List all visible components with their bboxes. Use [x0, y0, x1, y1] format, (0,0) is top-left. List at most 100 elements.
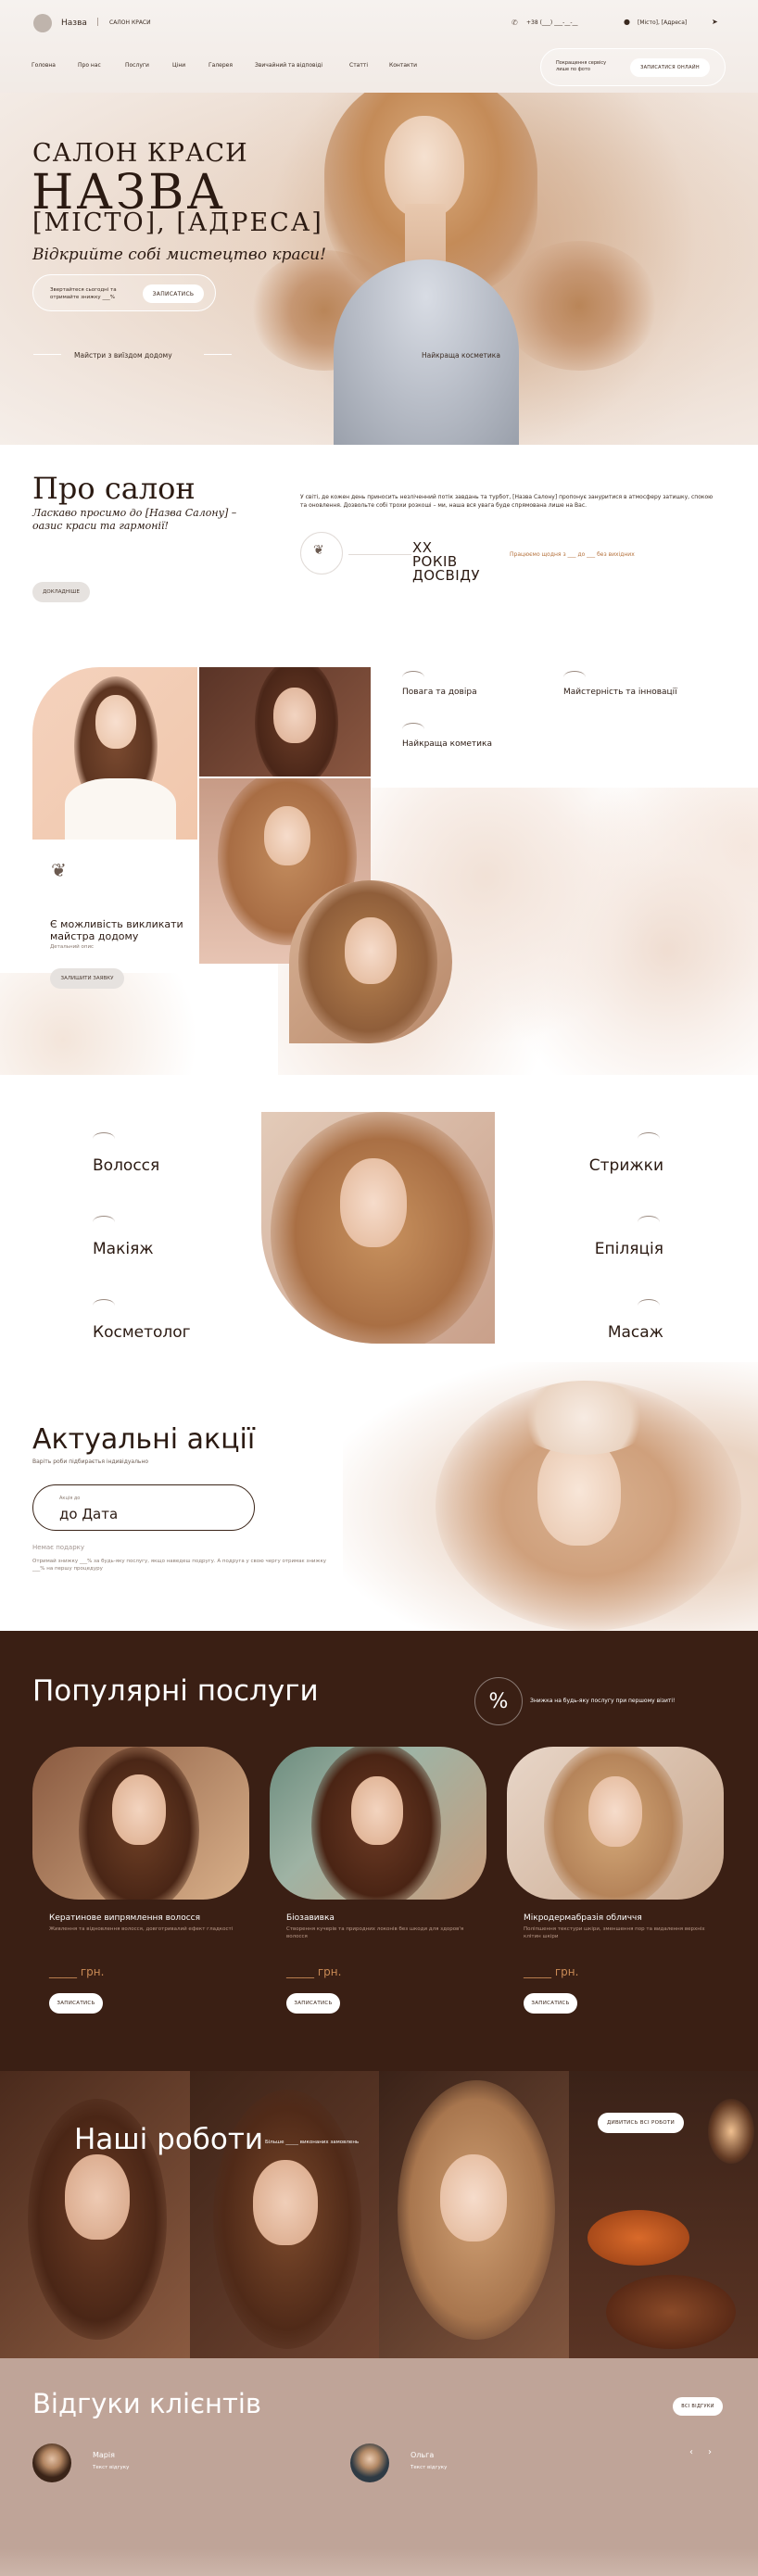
telegram-icon[interactable]: ➤ [712, 18, 718, 26]
service-card-microderm[interactable]: Мікродермабразія обличчя Поліпшення текс… [507, 1747, 724, 2025]
nav-home[interactable]: Головна [32, 62, 78, 69]
home-visit-button[interactable]: ЗАЛИШИТИ ЗАЯВКУ [50, 968, 124, 989]
feature-icon-1 [402, 671, 424, 684]
hero-flower-right [500, 241, 658, 371]
service-cosmetologist[interactable]: Косметолог [93, 1323, 191, 1342]
logo[interactable] [33, 14, 52, 32]
photo-woman-brunette [199, 667, 371, 777]
face-skin [351, 1776, 403, 1845]
brand-subtitle: САЛОН КРАСИ [109, 19, 151, 26]
promo-flowers [514, 1381, 653, 1455]
home-visit-sub: Детальний опис [50, 944, 95, 950]
main-nav: Головна Про нас Послуги Ціни Галерея Зви… [32, 62, 436, 69]
card-photo [32, 1747, 249, 1900]
works-button[interactable]: ДИВИТИСЬ ВСІ РОБОТИ [598, 2113, 684, 2133]
hero-line1: САЛОН КРАСИ [32, 139, 248, 168]
works-sub: Більше _____ виконаних замовлень [265, 2140, 360, 2145]
reviews-section: Відгуки клієнтів ВСІ ВІДГУКИ Марія Текст… [0, 2358, 758, 2576]
face-skin [588, 1776, 642, 1847]
about-title: Про салон [32, 471, 196, 506]
nav-gallery[interactable]: Галерея [208, 62, 255, 69]
phone-icon: ✆ [512, 19, 518, 27]
service-card-biowave[interactable]: Біозавивка Створення кучерів та природни… [270, 1747, 486, 2025]
about-more-button[interactable]: ДОКЛАДНІШЕ [32, 582, 90, 602]
promo-box-value: до Дата [59, 1506, 119, 1522]
face-skin [345, 917, 397, 984]
nav-prices[interactable]: Ціни [172, 62, 208, 69]
feature-cosmetics: Найкраща кометика [402, 739, 492, 749]
card-button[interactable]: ЗАПИСАТИСЬ [49, 1993, 103, 2014]
service-epilation[interactable]: Епіляція [595, 1240, 663, 1258]
review-text: Текст відгуку [411, 2465, 448, 2470]
next-arrow-icon[interactable]: › [708, 2447, 712, 2457]
nav-promo-button[interactable]: ЗАПИСАТИСЯ ОНЛАЙН [630, 58, 710, 77]
brand-name: Назва [61, 19, 87, 28]
review-text: Текст відгуку [93, 2465, 130, 2470]
work-photo-3 [379, 2071, 569, 2358]
hero-feature1-line [33, 354, 61, 355]
popular-section: Популярні послуги % Знижка на будь-яку п… [0, 1631, 758, 2071]
work-photo-2 [190, 2071, 379, 2358]
brand-separator: | [96, 18, 100, 27]
bowl-2 [606, 2275, 736, 2349]
reviews-button[interactable]: ВСІ ВІДГУКИ [673, 2397, 723, 2416]
hero: САЛОН КРАСИ НАЗВА [МІСТО], [АДРЕСА] Відк… [0, 93, 758, 445]
card-button[interactable]: ЗАПИСАТИСЬ [286, 1993, 340, 2014]
prev-arrow-icon[interactable]: ‹ [689, 2447, 693, 2457]
popular-title: Популярні послуги [32, 1674, 319, 1708]
service-icon-makeup [93, 1216, 115, 1229]
nav-services[interactable]: Послуги [125, 62, 172, 69]
work-photo-1 [0, 2071, 190, 2358]
feature-mastery: Майстерність та інновації [563, 688, 677, 697]
face-skin [112, 1774, 166, 1845]
percent-icon: % [488, 1689, 509, 1713]
bowl [587, 2210, 689, 2266]
face-skin [273, 688, 316, 743]
promo-box[interactable]: Акція до до Дата [32, 1484, 255, 1531]
service-makeup[interactable]: Макіяж [93, 1240, 154, 1258]
promo-box-label: Акція до [59, 1496, 81, 1501]
hero-cta-text: Звертайтеся сьогодні та отримайте знижку… [50, 287, 117, 300]
service-icon-epilation [638, 1216, 660, 1229]
face-skin [95, 695, 136, 749]
hero-feature2-line [204, 354, 232, 355]
about-text: У світі, де кожен день приносить незліче… [300, 494, 714, 509]
hero-cta-button[interactable]: ЗАПИСАТИСЬ [143, 284, 204, 303]
service-card-keratin[interactable]: Кератинове випрямлення волосся Живлення … [32, 1747, 249, 2025]
card-price: _____ грн. [524, 1965, 579, 1978]
floral-background-left [0, 973, 297, 1075]
service-haircut[interactable]: Стрижки [589, 1156, 663, 1175]
card-desc: Живлення та відновлення волосся, довготр… [49, 1926, 234, 1932]
face-skin [65, 2154, 130, 2240]
hero-feature2: Найкраща косметика [422, 351, 500, 360]
service-hair[interactable]: Волосся [93, 1156, 159, 1175]
service-icon-hair [93, 1132, 115, 1145]
nav-faq[interactable]: Звичайний та відповіді [255, 62, 349, 69]
phone-number[interactable]: +38 (___) ___-__-__ [526, 19, 578, 26]
card-desc: Поліпшення текстури шкіри, зменшення пор… [524, 1926, 705, 1939]
promos-title: Актуальні акції [32, 1423, 256, 1456]
avatar [350, 2443, 389, 2482]
hero-feature1: Майстри з виїздом додому [74, 351, 172, 360]
reviews-title: Відгуки клієнтів [32, 2388, 262, 2419]
services-section: Волосся Макіяж Косметолог Стрижки Епіляц… [0, 1075, 758, 1362]
card-button[interactable]: ЗАПИСАТИСЬ [524, 1993, 577, 2014]
nav-contacts[interactable]: Контакти [389, 62, 436, 69]
review-2: Ольга Текст відгуку [350, 2443, 582, 2490]
about-section: Про салон Ласкаво просимо до [Назва Сало… [0, 445, 758, 630]
feature-respect: Повага та довіра [402, 688, 477, 697]
review-1: Марія Текст відгуку [32, 2443, 264, 2490]
nav-articles[interactable]: Статті [349, 62, 389, 69]
service-massage[interactable]: Масаж [608, 1323, 663, 1342]
avatar [32, 2443, 71, 2482]
nav-about[interactable]: Про нас [78, 62, 125, 69]
reviews-footer-strip [0, 2548, 758, 2576]
card-desc: Створення кучерів та природних локонів б… [286, 1926, 464, 1939]
face-skin [440, 2154, 507, 2241]
service-icon-haircut [638, 1132, 660, 1145]
works-title: Наші роботи [74, 2123, 264, 2156]
card-name: Кератинове випрямлення волосся [49, 1913, 201, 1923]
card-photo [270, 1747, 486, 1900]
card-name: Біозавивка [286, 1913, 335, 1923]
home-visit-icon: ❦ [51, 859, 67, 881]
